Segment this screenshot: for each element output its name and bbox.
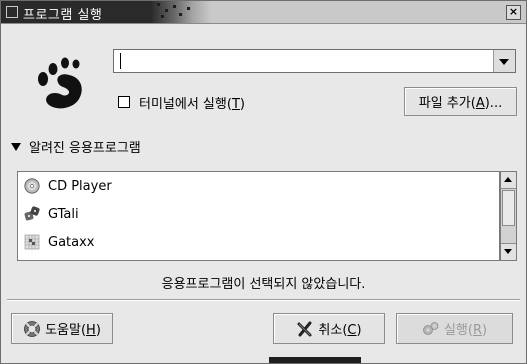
add-file-label: 파일 추가(A)... (418, 96, 503, 111)
command-combo-box[interactable] (113, 49, 516, 73)
background-window-edge (269, 357, 361, 363)
list-item-label: CD Player (48, 178, 112, 194)
help-lifebuoy-icon (24, 320, 40, 337)
list-item-label: GTali (48, 206, 79, 222)
run-in-terminal-checkbox[interactable] (118, 96, 130, 108)
list-item[interactable]: CD Player (24, 176, 112, 196)
run-button-label: 실행(R) (443, 323, 488, 338)
list-item[interactable]: Gataxx (24, 232, 95, 252)
run-in-terminal-option[interactable]: 터미널에서 실행(T) (118, 94, 245, 112)
add-file-button[interactable]: 파일 추가(A)... (404, 87, 517, 116)
scroll-thumb[interactable] (502, 190, 515, 226)
list-item-label: Gataxx (48, 234, 95, 250)
cd-player-icon (24, 178, 40, 194)
run-application-dialog: 프로그램 실행 × 터미널에서 실행(T) 파일 추가(A)... 알려진 응용… (0, 0, 527, 364)
scroll-up-button[interactable] (501, 172, 516, 189)
run-in-terminal-label: 터미널에서 실행(T) (139, 96, 245, 112)
gnome-foot-icon (38, 57, 82, 109)
help-button-label: 도움말(H) (45, 323, 101, 338)
text-cursor (120, 53, 121, 69)
gtali-dice-icon (24, 206, 40, 221)
list-item[interactable]: GTali (24, 204, 79, 224)
close-button[interactable]: × (506, 5, 521, 20)
run-button[interactable]: 실행(R) (396, 313, 513, 344)
cancel-button-label: 취소(C) (318, 323, 362, 338)
run-gears-icon (423, 321, 439, 335)
gataxx-board-icon (24, 234, 40, 250)
button-area-separator (7, 299, 520, 301)
cancel-button[interactable]: 취소(C) (273, 313, 385, 344)
help-button[interactable]: 도움말(H) (11, 313, 113, 344)
vertical-scrollbar[interactable] (500, 171, 517, 261)
window-title: 프로그램 실행 (23, 8, 103, 23)
window-menu-icon[interactable] (6, 6, 18, 18)
title-bar[interactable]: 프로그램 실행 × (1, 1, 526, 24)
known-applications-label: 알려진 응용프로그램 (29, 141, 141, 156)
application-list[interactable]: CD Player GTali Gataxx (17, 171, 500, 261)
combo-dropdown-button[interactable] (493, 50, 515, 72)
scroll-down-button[interactable] (501, 243, 516, 260)
known-applications-expander[interactable]: 알려진 응용프로그램 (11, 137, 141, 156)
cancel-x-icon (297, 321, 312, 336)
title-bar-gradient (151, 1, 211, 23)
status-message: 응용프로그램이 선택되지 않았습니다. (161, 277, 366, 292)
expander-arrow-icon[interactable] (11, 142, 21, 151)
